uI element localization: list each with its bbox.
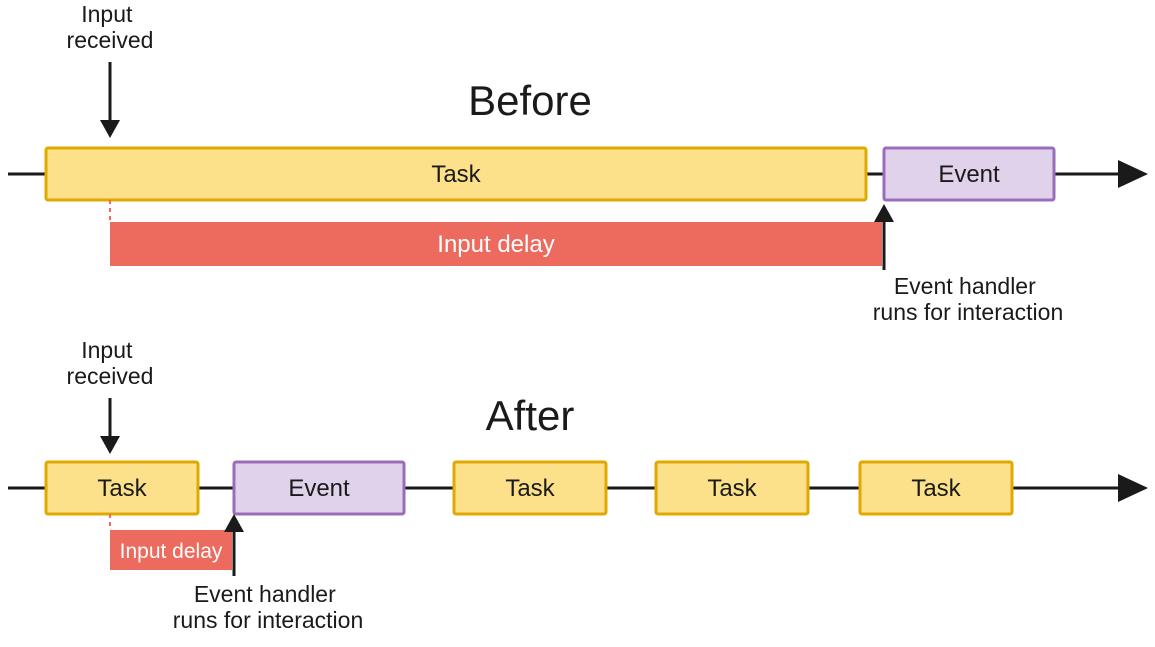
arrow-down-icon (100, 398, 120, 454)
before-event-label: Event (938, 161, 1000, 188)
after-task-label-1: Task (97, 475, 147, 502)
after-input-received-label: Input received (67, 337, 154, 389)
before-input-delay-label: Input delay (437, 231, 554, 258)
after-input-delay-label: Input delay (120, 540, 223, 563)
before-input-received-label: Input received (67, 1, 154, 53)
after-task-label-3: Task (707, 475, 757, 502)
after-task-label-2: Task (505, 475, 555, 502)
after-event-label: Event (288, 475, 350, 502)
after-title: After (486, 392, 575, 439)
timing-diagram: Before Input received Task Event Input d… (0, 0, 1155, 647)
before-title: Before (468, 77, 592, 124)
before-task-label: Task (431, 161, 481, 188)
before-handler-caption: Event handler runs for interaction (873, 273, 1063, 325)
arrow-down-icon (100, 62, 120, 138)
after-handler-caption: Event handler runs for interaction (173, 581, 363, 633)
after-task-label-4: Task (911, 475, 961, 502)
